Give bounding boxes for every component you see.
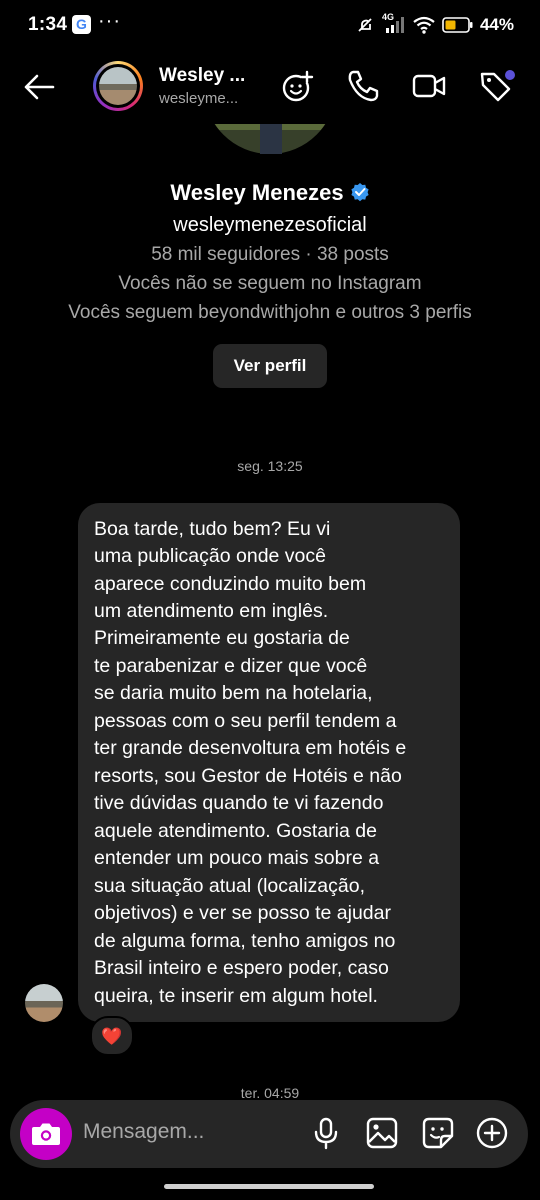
sticker-icon[interactable] [420,1115,456,1151]
follow-status: Vocês não se seguem no Instagram [118,273,422,294]
message-line: queira, te inserir em algum hotel. [94,985,378,1007]
message-line: sua situação atual (localização, [94,875,365,897]
message-line: Primeiramente eu gostaria de [94,627,350,649]
sender-avatar[interactable] [25,984,63,1022]
message-line: ter grande desenvoltura em hotéis e [94,737,407,759]
message-line: de alguma forma, tenho amigos no [94,930,396,952]
view-profile-button[interactable]: Ver perfil [213,344,327,388]
chat-header: Wesley ... wesleyme... [0,50,540,124]
message-bubble[interactable]: Boa tarde, tudo bem? Eu vi uma publicaçã… [78,503,460,1022]
header-name[interactable]: Wesley ... [159,65,245,87]
mutual-follows: Vocês seguem beyondwithjohn e outros 3 p… [68,302,472,323]
microphone-icon[interactable] [308,1115,344,1151]
message-line: Brasil inteiro e espero poder, caso [94,957,389,979]
message-timestamp: seg. 13:25 [237,458,303,474]
verified-badge-icon [351,183,369,202]
heart-reaction[interactable]: ❤️ [90,1016,134,1056]
notification-dot [505,70,515,80]
home-indicator[interactable] [164,1184,374,1189]
wifi-icon [413,16,435,34]
back-arrow-icon[interactable] [22,70,56,104]
message-line: aquele atendimento. Gostaria de [94,820,377,842]
camera-button[interactable] [20,1108,72,1160]
profile-stats: 58 mil seguidores · 38 posts [151,244,389,265]
phone-icon[interactable] [345,68,381,104]
profile-picture[interactable] [204,124,336,154]
header-username[interactable]: wesleyme... [159,90,238,107]
message-line: resorts, sou Gestor de Hotéis e não [94,765,402,787]
message-line: se daria muito bem na hotelaria, [94,682,373,704]
message-line: pessoas com o seu perfil tendem a [94,710,397,732]
status-time: 1:34 [28,14,68,35]
add-effect-icon[interactable] [280,68,316,104]
message-line: Boa tarde, tudo bem? Eu vi [94,518,331,540]
mute-icon [358,18,372,32]
profile-name: Wesley Menezes [170,180,344,205]
header-avatar[interactable] [93,61,143,111]
signal-icon: 4G [382,12,406,35]
profile-username: wesleymenezesoficial [173,214,367,236]
message-line: te parabenizar e dizer que você [94,655,368,677]
message-line: um atendimento em inglês. [94,600,329,622]
message-composer: Mensagem... [10,1100,528,1168]
message-line: objetivos) e ver se posso te ajudar [94,902,391,924]
message-line: tive dúvidas quando te vi fazendo [94,792,384,814]
camera-icon [32,1123,60,1145]
plus-icon[interactable] [474,1115,510,1151]
message-input[interactable]: Mensagem... [83,1120,204,1144]
message-line: uma publicação onde você [94,545,326,567]
next-timestamp: ter. 04:59 [240,1085,300,1101]
video-icon[interactable] [411,68,447,104]
battery-icon [442,17,473,33]
status-bar: 1:34 G ··· 4G 44% [0,0,540,50]
profile-name-row: Wesley Menezes [0,180,540,206]
gallery-icon[interactable] [364,1115,400,1151]
google-icon: G [72,15,91,34]
message-line: aparece conduzindo muito bem [94,573,367,595]
battery-percent: 44% [479,15,514,34]
more-icon: ··· [98,10,121,32]
message-line: entender um pouco mais sobre a [94,847,380,869]
